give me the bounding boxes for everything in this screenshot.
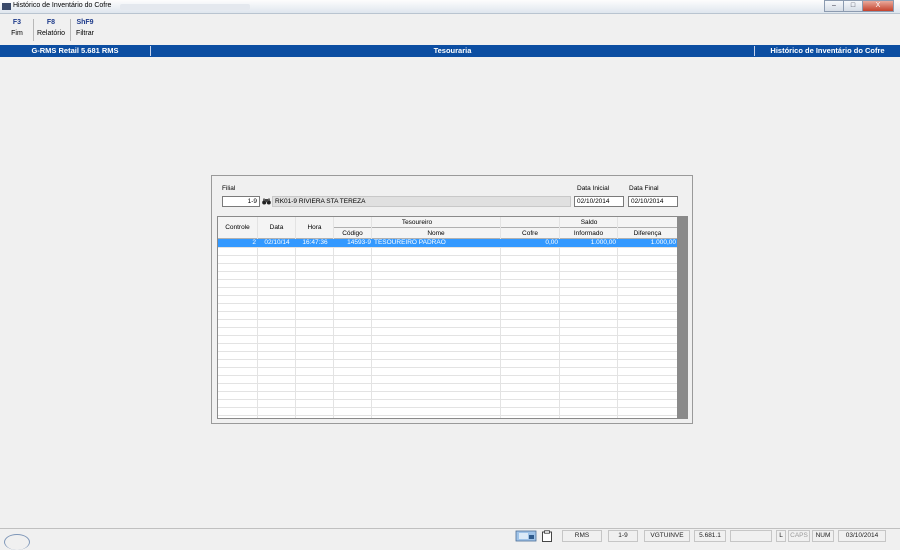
grid-row-line (218, 407, 678, 408)
title-blurred-info (120, 4, 250, 10)
filial-name-field: RK01-9 RIVIERA STA TEREZA (272, 196, 571, 207)
app-icon (2, 3, 11, 10)
cell-codigo: 14593-9 (347, 239, 371, 246)
status-system: RMS (562, 530, 602, 542)
grid-row-line (218, 399, 678, 400)
grid-row-line (218, 319, 678, 320)
data-inicial-label: Data Inicial (577, 185, 610, 192)
grid-row-line (218, 343, 678, 344)
grid-vertical-scrollbar[interactable] (677, 217, 687, 418)
grid-row-line (218, 391, 678, 392)
grid-row-line (218, 255, 678, 256)
network-icon (515, 530, 537, 542)
header-data[interactable]: Data (258, 217, 296, 239)
grid-row-line (218, 415, 678, 416)
header-codigo[interactable]: Código (334, 228, 372, 239)
toolbar-fim-button[interactable]: F3 Fim (6, 18, 28, 40)
status-filial: 1-9 (608, 530, 638, 542)
cell-nome: TESOUREIRO PADRAO (374, 239, 446, 246)
toolbar-key: ShF9 (76, 19, 94, 26)
status-caps: CAPS (788, 530, 810, 542)
toolbar-label: Fim (11, 30, 23, 37)
inventory-history-panel: Filial 1-9 RK01-9 RIVIERA STA TEREZA Dat… (211, 175, 693, 424)
status-version: 5.681.1 (694, 530, 726, 542)
header-nome[interactable]: Nome (372, 228, 501, 239)
toolbar-key: F8 (46, 19, 56, 26)
status-l: L (776, 530, 786, 542)
toolbar-relatorio-button[interactable]: F8 Relatório (35, 18, 67, 40)
toolbar-separator (70, 19, 71, 41)
status-num: NUM (812, 530, 834, 542)
status-empty (730, 530, 772, 542)
filial-label: Filial (222, 185, 236, 192)
grid-row-line (218, 311, 678, 312)
cell-data: 02/10/14 (264, 239, 290, 246)
toolbar-label: Filtrar (76, 30, 94, 37)
grid-row-line (218, 335, 678, 336)
function-key-toolbar: F3 Fim F8 Relatório ShF9 Filtrar (0, 15, 900, 45)
header-hora[interactable]: Hora (296, 217, 334, 239)
data-final-input[interactable]: 02/10/2014 (628, 196, 678, 207)
grid-row-line (218, 383, 678, 384)
module-header-bar: G-RMS Retail 5.681 RMS Tesouraria Histór… (0, 45, 900, 57)
clipboard-icon (542, 530, 552, 542)
toolbar-filtrar-button[interactable]: ShF9 Filtrar (73, 18, 97, 40)
cell-hora: 16:47:36 (302, 239, 328, 246)
status-bar: RMS 1-9 VGTUINVE 5.681.1 L CAPS NUM 03/1… (0, 528, 900, 550)
status-program: VGTUINVE (644, 530, 690, 542)
header-tesoureiro: Tesoureiro (334, 217, 501, 228)
window-title-bar: Histórico de Inventário do Cofre – □ X (0, 0, 900, 14)
binoculars-search-icon[interactable] (262, 198, 271, 205)
header-diferenca[interactable]: Diferença (618, 228, 678, 239)
grid-row-line (218, 287, 678, 288)
window-controls: – □ X (824, 0, 894, 12)
globe-icon (4, 534, 30, 550)
grid-row-line (218, 303, 678, 304)
header-cofre[interactable]: Cofre (501, 228, 560, 239)
grid-row-line (218, 271, 678, 272)
cell-diferenca: 1.000,00 (650, 239, 676, 246)
header-informado[interactable]: Informado (560, 228, 618, 239)
toolbar-separator (33, 19, 34, 41)
grid-row-line (218, 279, 678, 280)
grid-row-line (218, 295, 678, 296)
cell-informado: 1.000,00 (590, 239, 616, 246)
maximize-button[interactable]: □ (843, 0, 863, 12)
minimize-button[interactable]: – (824, 0, 844, 12)
header-controle[interactable]: Controle (218, 217, 258, 239)
toolbar-key: F3 (12, 19, 22, 26)
data-final-label: Data Final (629, 185, 659, 192)
close-button[interactable]: X (862, 0, 894, 12)
window-title: Histórico de Inventário do Cofre (13, 2, 112, 9)
grid-row-line (218, 263, 678, 264)
grid-row-line (218, 247, 678, 248)
grid-row-line (218, 351, 678, 352)
screen-name: Histórico de Inventário do Cofre (770, 46, 885, 55)
cell-cofre: 0,00 (545, 239, 558, 246)
grid-row-line (218, 367, 678, 368)
module-name: Tesouraria (433, 46, 472, 55)
cell-controle: 2 (252, 239, 256, 246)
inventory-grid: Controle Data Hora Tesoureiro Saldo Códi… (217, 216, 688, 419)
system-version-label: G-RMS Retail 5.681 RMS (31, 46, 119, 55)
table-row[interactable]: 2 02/10/14 16:47:36 14593-9 TESOUREIRO P… (218, 239, 678, 247)
header-saldo: Saldo (501, 217, 678, 228)
toolbar-label: Relatório (36, 30, 65, 37)
filial-code-input[interactable]: 1-9 (222, 196, 260, 207)
status-date: 03/10/2014 (838, 530, 886, 542)
grid-row-line (218, 327, 678, 328)
data-inicial-input[interactable]: 02/10/2014 (574, 196, 624, 207)
grid-row-line (218, 359, 678, 360)
grid-row-line (218, 375, 678, 376)
